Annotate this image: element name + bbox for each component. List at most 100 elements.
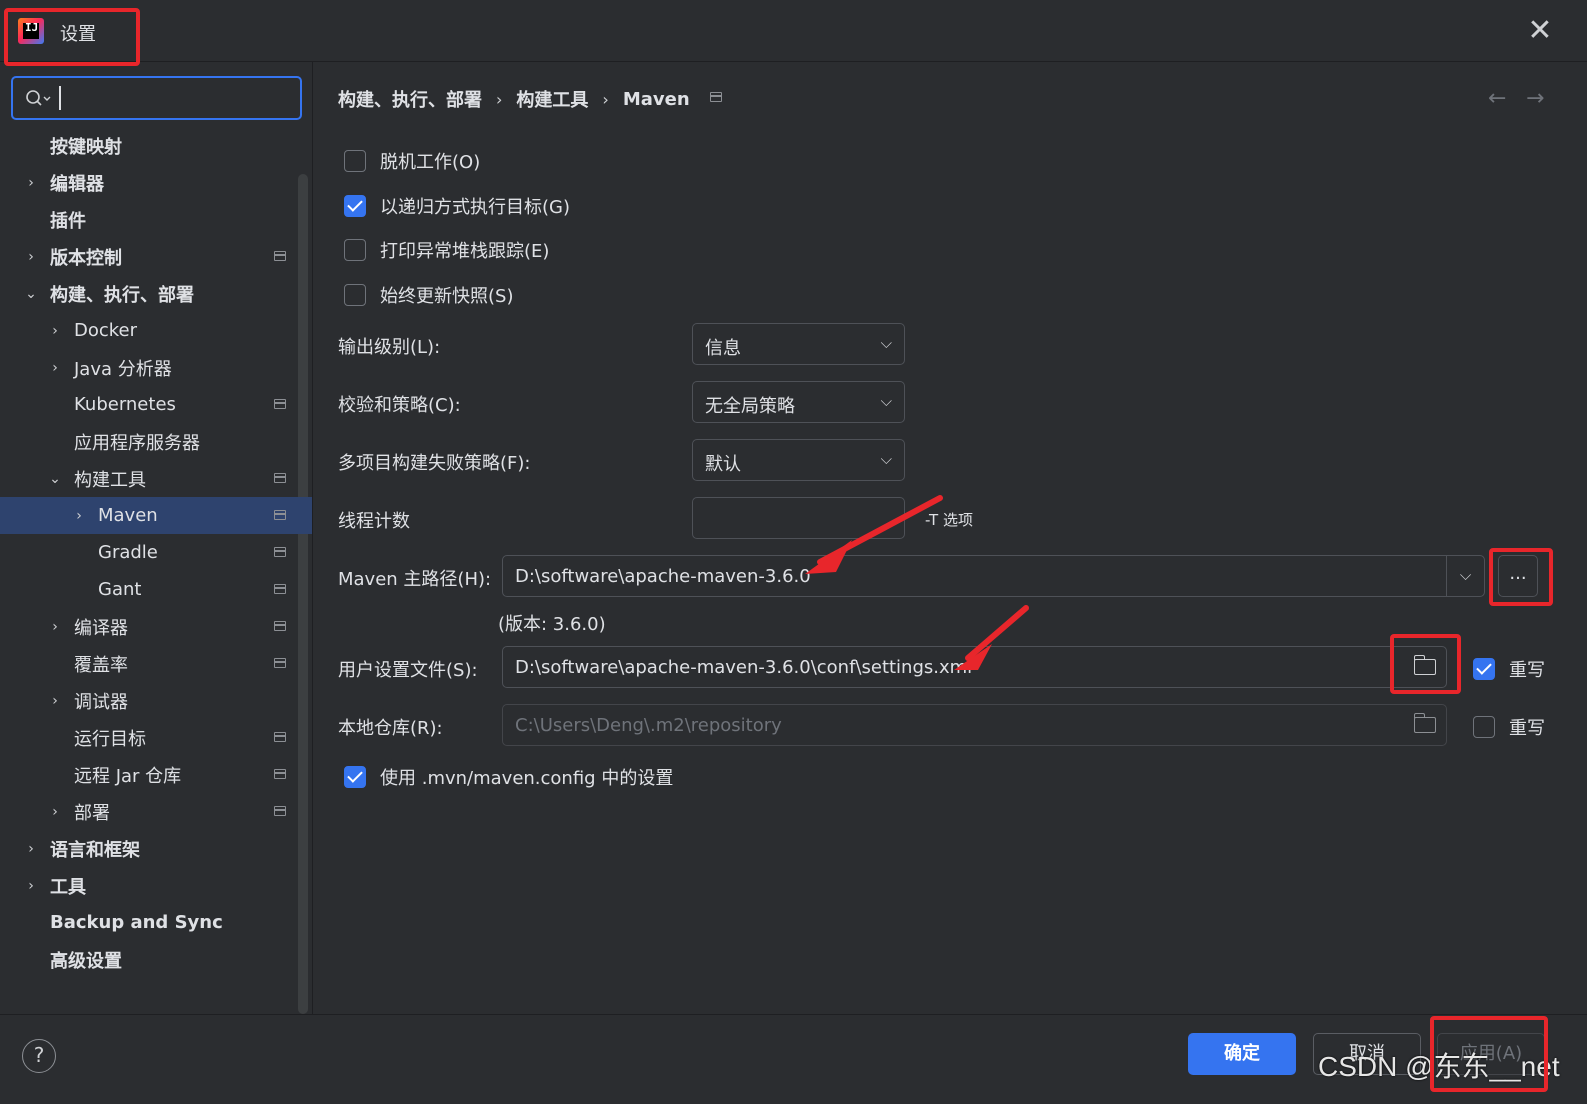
close-icon[interactable]: ✕	[1525, 16, 1555, 46]
recursive-checkbox[interactable]: 以递归方式执行目标(G)	[344, 193, 570, 219]
maven-home-input[interactable]	[502, 555, 1485, 597]
sidebar-item-label: 调试器	[74, 691, 128, 713]
breadcrumb-item[interactable]: 构建工具	[516, 86, 588, 112]
ok-button[interactable]: 确定	[1188, 1033, 1296, 1075]
select-value: 无全局策略	[705, 396, 795, 417]
chevron-right-icon[interactable]: ›	[48, 323, 62, 339]
chevron-down-icon: ⌵	[880, 392, 892, 410]
sidebar-item-advanced-settings[interactable]: 高级设置	[0, 941, 300, 978]
sidebar-item-plugins[interactable]: 插件	[0, 201, 300, 238]
search-icon	[25, 88, 53, 108]
sidebar-item-debugger[interactable]: › 调试器	[0, 682, 300, 719]
sidebar-item-label: 运行目标	[74, 728, 146, 750]
breadcrumb-item: Maven	[622, 88, 690, 110]
folder-icon[interactable]	[1413, 655, 1436, 675]
stacktrace-checkbox[interactable]: 打印异常堆栈跟踪(E)	[344, 237, 549, 263]
thread-count-hint: -T 选项	[925, 511, 973, 529]
sidebar-item-backup-sync[interactable]: Backup and Sync	[0, 904, 300, 941]
checkbox-checked[interactable]	[344, 195, 366, 217]
checksum-policy-select[interactable]: 无全局策略 ⌵	[692, 381, 905, 423]
chevron-right-icon[interactable]: ›	[48, 804, 62, 820]
checkbox-checked[interactable]	[344, 766, 366, 788]
sidebar-item-label: Maven	[98, 505, 158, 526]
sidebar-item-remote-jar-repositories[interactable]: 远程 Jar 仓库	[0, 756, 300, 793]
sidebar-item-label: 版本控制	[50, 247, 122, 269]
checkbox[interactable]	[344, 150, 366, 172]
checkbox[interactable]	[344, 239, 366, 261]
chevron-right-icon[interactable]: ›	[72, 508, 86, 524]
chevron-right-icon[interactable]: ›	[24, 841, 38, 857]
settings-search[interactable]	[11, 76, 302, 120]
project-level-icon	[274, 621, 286, 631]
sidebar-item-label: 工具	[50, 876, 86, 898]
chevron-right-icon[interactable]: ›	[24, 878, 38, 894]
title-bar: IJ 设置 ✕	[0, 0, 1587, 62]
chevron-down-icon[interactable]: ⌄	[24, 286, 38, 302]
checkbox-label: 打印异常堆栈跟踪(E)	[380, 241, 550, 262]
chevron-right-icon[interactable]: ›	[24, 249, 38, 265]
sidebar-item-docker[interactable]: › Docker	[0, 312, 300, 349]
sidebar-item-coverage[interactable]: 覆盖率	[0, 645, 300, 682]
sidebar-item-label: 远程 Jar 仓库	[74, 765, 182, 787]
sidebar-item-keymap[interactable]: 按键映射	[0, 127, 300, 164]
project-level-icon	[274, 732, 286, 742]
checkbox-checked[interactable]	[1473, 658, 1495, 680]
sidebar-item-tools[interactable]: › 工具	[0, 867, 300, 904]
sidebar-item-application-servers[interactable]: 应用程序服务器	[0, 423, 300, 460]
sidebar-item-label: 按键映射	[50, 136, 122, 158]
local-repository-override-checkbox[interactable]: 重写	[1473, 714, 1545, 740]
thread-count-input[interactable]	[692, 497, 905, 539]
sidebar-item-build-execution-deployment[interactable]: ⌄ 构建、执行、部署	[0, 275, 300, 312]
back-arrow-icon[interactable]: ←	[1488, 86, 1506, 111]
update-snapshots-checkbox[interactable]: 始终更新快照(S)	[344, 282, 513, 308]
checkbox[interactable]	[1473, 716, 1495, 738]
sidebar-item-gradle[interactable]: Gradle	[0, 534, 300, 571]
sidebar-item-maven[interactable]: › Maven	[0, 497, 312, 534]
chevron-right-icon[interactable]: ›	[48, 360, 62, 376]
chevron-down-icon: ⌵	[880, 450, 892, 468]
chevron-right-icon[interactable]: ›	[48, 619, 62, 635]
offline-checkbox[interactable]: 脱机工作(O)	[344, 148, 480, 174]
sidebar-item-label: 覆盖率	[74, 654, 128, 676]
sidebar-item-run-targets[interactable]: 运行目标	[0, 719, 300, 756]
mvn-config-checkbox[interactable]: 使用 .mvn/maven.config 中的设置	[344, 764, 673, 790]
output-level-select[interactable]: 信息 ⌵	[692, 323, 905, 365]
sidebar-item-kubernetes[interactable]: Kubernetes	[0, 386, 300, 423]
sidebar-item-label: 编译器	[74, 617, 128, 639]
sidebar-item-label: Docker	[74, 320, 138, 341]
sidebar-item-compiler[interactable]: › 编译器	[0, 608, 300, 645]
user-settings-override-checkbox[interactable]: 重写	[1473, 656, 1545, 682]
chevron-down-icon[interactable]: ⌵	[1446, 555, 1484, 597]
sidebar-item-editor[interactable]: › 编辑器	[0, 164, 300, 201]
sidebar-item-vcs[interactable]: › 版本控制	[0, 238, 300, 275]
sidebar-item-java-profiler[interactable]: › Java 分析器	[0, 349, 300, 386]
user-settings-label: 用户设置文件(S):	[338, 660, 478, 681]
user-settings-input[interactable]	[502, 646, 1447, 688]
output-level-label: 输出级别(L):	[338, 337, 441, 358]
sidebar-item-deployment[interactable]: › 部署	[0, 793, 300, 830]
search-input[interactable]	[59, 86, 294, 110]
folder-icon[interactable]	[1413, 713, 1436, 733]
project-level-icon	[274, 584, 286, 594]
checkbox[interactable]	[344, 284, 366, 306]
sidebar-item-gant[interactable]: Gant	[0, 571, 300, 608]
sidebar-item-languages-frameworks[interactable]: › 语言和框架	[0, 830, 300, 867]
sidebar-item-label: 语言和框架	[50, 839, 140, 861]
sidebar-item-build-tools[interactable]: ⌄ 构建工具	[0, 460, 300, 497]
breadcrumb-item[interactable]: 构建、执行、部署	[338, 86, 482, 112]
chevron-right-icon[interactable]: ›	[48, 693, 62, 709]
local-repository-input[interactable]	[502, 704, 1447, 746]
project-level-icon	[274, 473, 286, 483]
forward-arrow-icon[interactable]: →	[1526, 86, 1544, 111]
multiproject-fail-policy-select[interactable]: 默认 ⌵	[692, 439, 905, 481]
chevron-down-icon[interactable]: ⌄	[48, 471, 62, 487]
chevron-down-icon: ⌵	[880, 334, 892, 352]
browse-maven-home-button[interactable]: ...	[1498, 555, 1538, 597]
chevron-right-icon[interactable]: ›	[24, 175, 38, 191]
help-button[interactable]: ?	[22, 1039, 56, 1073]
sidebar-item-label: 应用程序服务器	[74, 432, 200, 454]
maven-home-label: Maven 主路径(H):	[338, 569, 492, 590]
sidebar-item-label: Gradle	[98, 542, 158, 563]
breadcrumb: 构建、执行、部署 › 构建工具 › Maven	[338, 86, 690, 112]
project-level-icon	[274, 510, 286, 520]
